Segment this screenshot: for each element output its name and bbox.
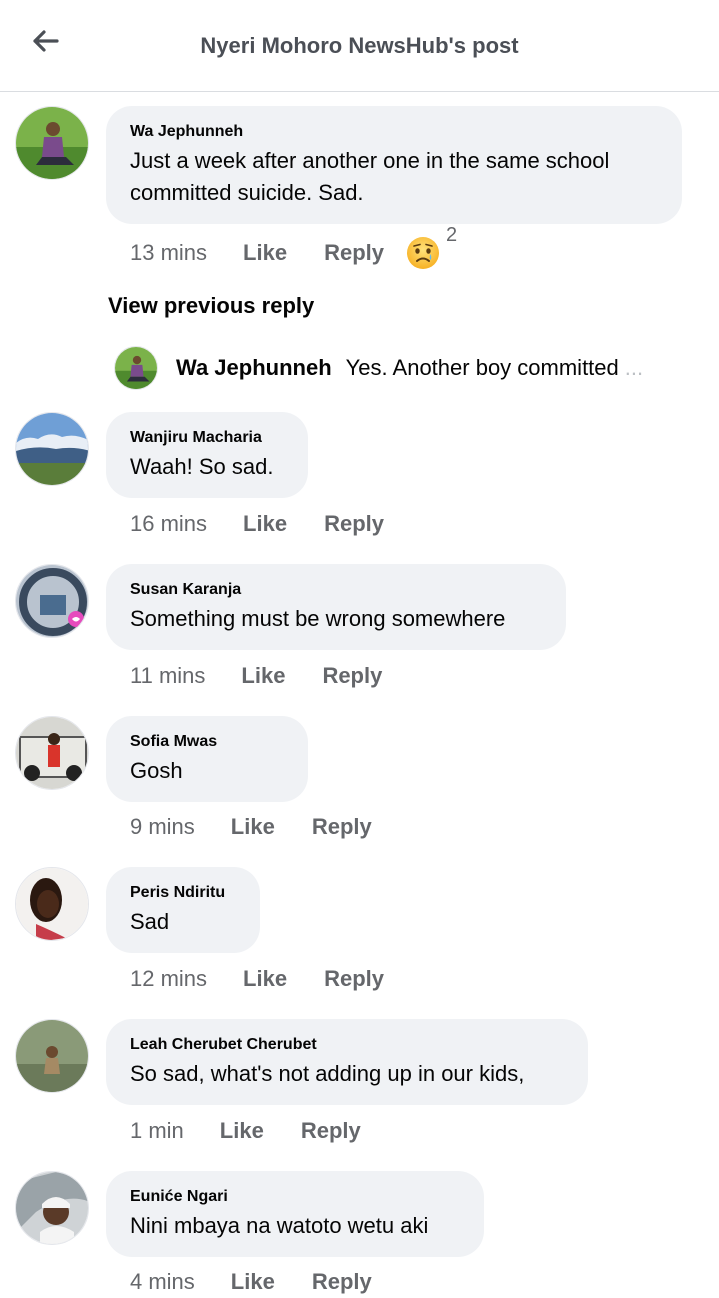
comment-author[interactable]: Leah Cherubet Cherubet xyxy=(130,1035,562,1055)
like-button[interactable]: Like xyxy=(243,511,287,537)
reply-button[interactable]: Reply xyxy=(312,1269,372,1295)
comment-text: Sad xyxy=(130,909,170,934)
comment-author[interactable]: Wa Jephunneh xyxy=(130,122,656,142)
comment-time[interactable]: 13 mins xyxy=(130,240,207,266)
comment-text: So sad, what's not adding up in our kids… xyxy=(130,1061,525,1086)
comment-actions: 9 mins Like Reply xyxy=(130,814,372,840)
reply-button[interactable]: Reply xyxy=(324,511,384,537)
like-button[interactable]: Like xyxy=(241,663,285,689)
comment-author[interactable]: Peris Ndiritu xyxy=(130,883,234,903)
avatar[interactable] xyxy=(15,564,89,638)
comment-bubble: Leah Cherubet Cherubet So sad, what's no… xyxy=(106,1019,588,1105)
comment-text: Nini mbaya na watoto wetu aki xyxy=(130,1213,429,1238)
avatar[interactable] xyxy=(15,106,89,180)
comment-actions: 1 min Like Reply xyxy=(130,1118,361,1144)
avatar[interactable] xyxy=(15,867,89,941)
avatar[interactable] xyxy=(15,412,89,486)
like-button[interactable]: Like xyxy=(220,1118,264,1144)
comment-text: Something must be wrong somewhere xyxy=(130,606,506,631)
comment-bubble: Euniće Ngari Nini mbaya na watoto wetu a… xyxy=(106,1171,484,1257)
comment-actions: 11 mins Like Reply xyxy=(130,663,382,689)
reply-button[interactable]: Reply xyxy=(324,966,384,992)
comment-author[interactable]: Euniće Ngari xyxy=(130,1187,458,1207)
comment-bubble: Susan Karanja Something must be wrong so… xyxy=(106,564,566,650)
comment-time[interactable]: 11 mins xyxy=(130,663,205,689)
view-previous-reply-link[interactable]: View previous reply xyxy=(108,293,314,319)
comment-author[interactable]: Sofia Mwas xyxy=(130,732,282,752)
page-title: Nyeri Mohoro NewsHub's post xyxy=(200,33,519,58)
reply-text: Yes. Another boy committed xyxy=(345,355,619,380)
reply-button[interactable]: Reply xyxy=(301,1118,361,1144)
comment-time[interactable]: 9 mins xyxy=(130,814,195,840)
comment-text: Just a week after another one in the sam… xyxy=(130,148,610,205)
reply-button[interactable]: Reply xyxy=(312,814,372,840)
comment-bubble: Wa Jephunneh Just a week after another o… xyxy=(106,106,682,224)
avatar[interactable] xyxy=(15,716,89,790)
reaction-summary[interactable]: 2 xyxy=(406,224,457,270)
comment-text: Gosh xyxy=(130,758,183,783)
like-button[interactable]: Like xyxy=(231,1269,275,1295)
reply-avatar[interactable] xyxy=(114,346,158,390)
comment-author[interactable]: Susan Karanja xyxy=(130,580,540,600)
comment-bubble: Wanjiru Macharia Waah! So sad. xyxy=(106,412,308,498)
top-bar: Nyeri Mohoro NewsHub's post xyxy=(0,0,719,92)
like-button[interactable]: Like xyxy=(231,814,275,840)
comment-time[interactable]: 16 mins xyxy=(130,511,207,537)
like-button[interactable]: Like xyxy=(243,966,287,992)
comment-author[interactable]: Wanjiru Macharia xyxy=(130,428,282,448)
comment-time[interactable]: 12 mins xyxy=(130,966,207,992)
comment-actions: 16 mins Like Reply xyxy=(130,511,384,537)
comment-actions: 13 mins Like Reply 2 xyxy=(130,224,457,270)
avatar[interactable] xyxy=(15,1171,89,1245)
reply-button[interactable]: Reply xyxy=(322,663,382,689)
comment-actions: 4 mins Like Reply xyxy=(130,1269,372,1295)
sad-emoji-icon xyxy=(407,237,439,269)
comment-actions: 12 mins Like Reply xyxy=(130,966,384,992)
comment-time[interactable]: 4 mins xyxy=(130,1269,195,1295)
avatar[interactable] xyxy=(15,1019,89,1093)
like-button[interactable]: Like xyxy=(243,240,287,266)
comment-bubble: Peris Ndiritu Sad xyxy=(106,867,260,953)
comment-bubble: Sofia Mwas Gosh xyxy=(106,716,308,802)
reply-author[interactable]: Wa Jephunneh xyxy=(176,355,332,381)
comment-text: Waah! So sad. xyxy=(130,454,274,479)
reaction-count: 2 xyxy=(446,224,458,246)
reply-ellipsis: ... xyxy=(624,355,644,380)
reply-preview[interactable]: Wa Jephunneh Yes. Another boy committed … xyxy=(114,345,684,391)
comment-time[interactable]: 1 min xyxy=(130,1118,184,1144)
reply-button[interactable]: Reply xyxy=(324,240,384,266)
